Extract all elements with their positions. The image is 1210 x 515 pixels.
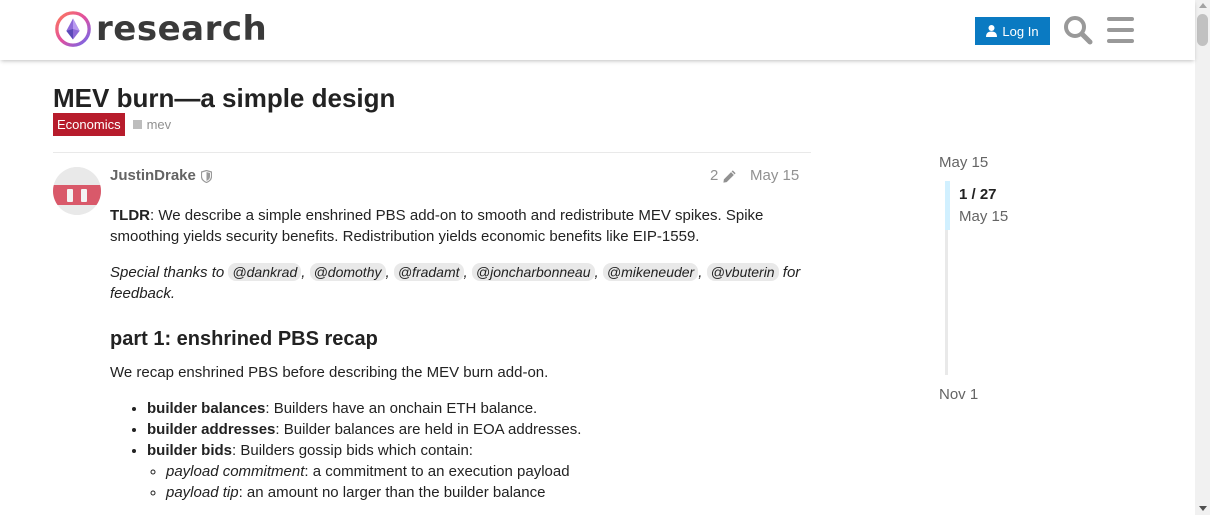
thanks-prefix: Special thanks to (110, 264, 225, 281)
shield-icon (200, 169, 212, 183)
sublist-item: payload commitment: a commitment to an e… (166, 461, 810, 482)
edit-count: 2 (710, 167, 719, 184)
list-text: : Builder balances are held in EOA addre… (275, 421, 582, 438)
topic-title[interactable]: MEV burn—a simple design (53, 82, 395, 114)
scroll-up-arrow-icon[interactable] (1199, 3, 1207, 8)
post-date[interactable]: May 15 (750, 167, 799, 185)
topic-tags: Economics mev (53, 113, 171, 136)
site-header: research Log In (0, 0, 1195, 60)
tag-label: mev (146, 117, 172, 132)
scroll-down-arrow-icon[interactable] (1199, 506, 1207, 511)
sublist-text: : an amount no larger than the builder b… (238, 484, 546, 501)
sublist-term: payload tip (166, 484, 239, 501)
scroll-thumb[interactable] (1197, 14, 1208, 46)
timeline-position-date: May 15 (959, 208, 1009, 225)
divider (53, 152, 811, 153)
user-icon (986, 25, 998, 37)
bids-sublist: payload commitment: a commitment to an e… (166, 461, 810, 503)
intro-paragraph: We recap enshrined PBS before describing… (110, 364, 549, 381)
list-term: builder addresses (147, 421, 276, 438)
list-text: : Builders have an onchain ETH balance. (265, 400, 538, 417)
timeline-position: 1 / 27 (959, 186, 997, 203)
sublist-text: : a commitment to an execution payload (304, 463, 570, 480)
category-badge[interactable]: Economics (53, 113, 125, 136)
list-text: : Builders gossip bids which contain: (232, 442, 473, 459)
tldr-paragraph: TLDR: We describe a simple enshrined PBS… (110, 205, 810, 247)
timeline-end-date[interactable]: Nov 1 (939, 386, 978, 403)
mention-link[interactable]: @fradamt (393, 263, 464, 281)
post-author[interactable]: JustinDrake (110, 167, 212, 185)
mention-link[interactable]: @joncharbonneau (471, 263, 595, 281)
list-term: builder bids (147, 442, 233, 459)
recap-list: builder balances: Builders have an oncha… (147, 398, 810, 503)
search-icon[interactable] (1063, 15, 1093, 45)
tag-mev[interactable]: mev (132, 117, 172, 132)
avatar[interactable] (53, 167, 101, 215)
logo-icon (55, 11, 91, 47)
tag-square-icon (132, 120, 142, 129)
edit-history-button[interactable]: 2 (710, 167, 737, 185)
site-logo[interactable]: research (54, 10, 267, 48)
tldr-text: : We describe a simple enshrined PBS add… (110, 207, 764, 245)
list-item: builder bids: Builders gossip bids which… (147, 440, 810, 503)
mention-link[interactable]: @dankrad (228, 263, 302, 281)
list-item: builder addresses: Builder balances are … (147, 419, 810, 440)
mention-link[interactable]: @domothy (309, 263, 386, 281)
username-text: JustinDrake (110, 167, 196, 184)
login-button[interactable]: Log In (975, 17, 1050, 45)
section-heading: part 1: enshrined PBS recap (110, 328, 378, 350)
timeline-scroll-handle[interactable] (945, 181, 950, 230)
avatar-image (53, 167, 101, 215)
sublist-item: payload tip: an amount no larger than th… (166, 482, 810, 503)
pencil-icon (723, 169, 736, 183)
list-item: builder balances: Builders have an oncha… (147, 398, 810, 419)
mention-link[interactable]: @vbuterin (706, 263, 779, 281)
timeline-start-date[interactable]: May 15 (939, 154, 988, 171)
login-label: Log In (1002, 23, 1039, 39)
list-term: builder balances (147, 400, 266, 417)
sublist-term: payload commitment (166, 463, 305, 480)
page-scrollbar[interactable] (1195, 0, 1210, 515)
post-content: TLDR: We describe a simple enshrined PBS… (110, 205, 810, 503)
mention-link[interactable]: @mikeneuder (602, 263, 699, 281)
thanks-paragraph: Special thanks to @dankrad, @domothy, @f… (110, 263, 801, 302)
hamburger-menu-icon[interactable] (1107, 17, 1134, 43)
tldr-label: TLDR (110, 207, 150, 224)
logo-text: research (96, 9, 268, 49)
